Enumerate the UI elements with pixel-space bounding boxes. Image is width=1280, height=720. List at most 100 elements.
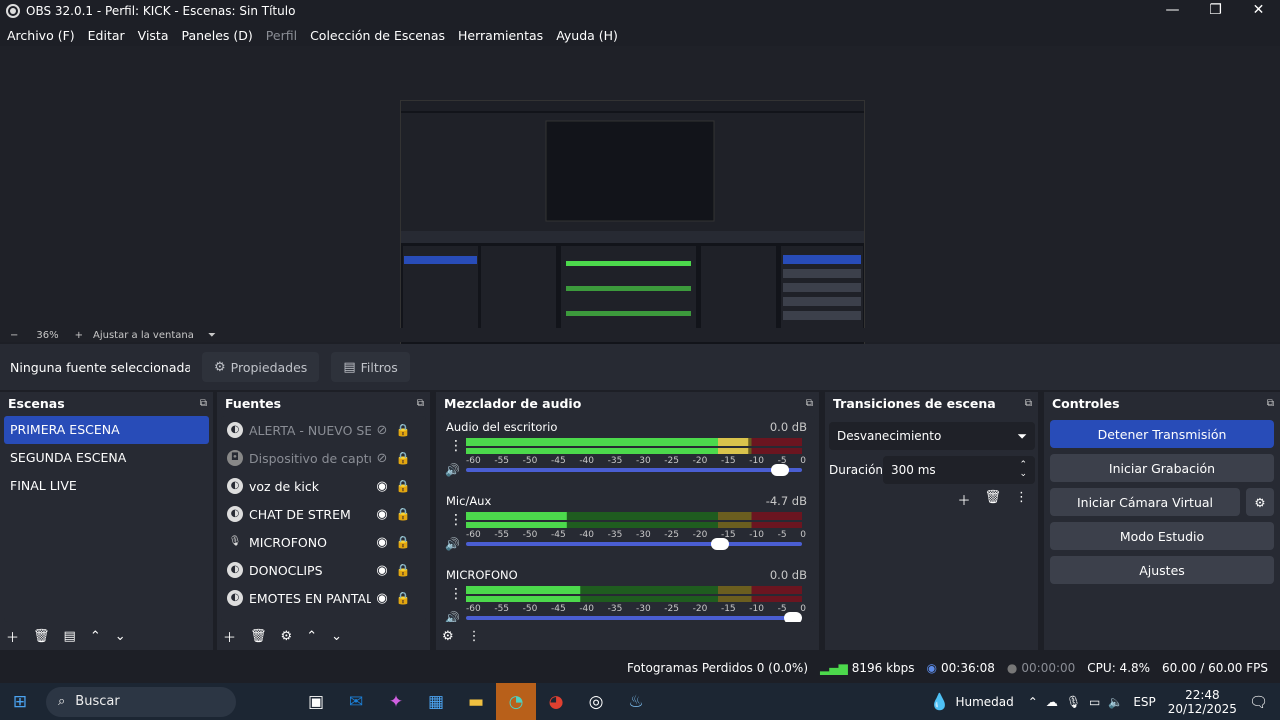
scene-item[interactable]: PRIMERA ESCENA — [4, 416, 209, 444]
eye-icon[interactable]: ◉ — [371, 563, 393, 578]
slider-handle[interactable] — [771, 464, 790, 476]
preview-canvas[interactable] — [0, 46, 1280, 365]
hidden-eye-icon[interactable]: ⊘ — [371, 423, 393, 438]
notifications-icon[interactable]: 🗨 — [1249, 693, 1268, 711]
menu-coleccion-escenas[interactable]: Colección de Escenas — [310, 28, 445, 43]
outlook-icon[interactable]: ✉ — [336, 683, 376, 720]
obs-taskbar-icon[interactable]: ◎ — [576, 683, 616, 720]
source-item[interactable]: ◐ voz de kick ◉ 🔒 — [221, 472, 426, 500]
undock-icon[interactable]: ⧉ — [1267, 398, 1274, 409]
lock-icon[interactable]: 🔒 — [393, 535, 413, 549]
add-transition-icon[interactable]: ＋ — [957, 490, 970, 509]
add-scene-icon[interactable]: ＋ — [6, 627, 19, 646]
scene-filters-icon[interactable]: ▤ — [64, 629, 76, 644]
remove-scene-icon[interactable]: 🗑 — [33, 629, 50, 644]
stepper-icon[interactable]: ⌃ ⌄ — [1019, 461, 1027, 479]
move-down-icon[interactable]: ⌄ — [331, 629, 342, 644]
tray-apps-icon[interactable]: ☁ — [1046, 695, 1058, 709]
undock-icon[interactable]: ⧉ — [1025, 398, 1032, 409]
source-item[interactable]: ◘ Dispositivo de captura ⊘ 🔒 — [221, 444, 426, 472]
eye-icon[interactable]: ◉ — [371, 507, 393, 522]
menu-ayuda[interactable]: Ayuda (H) — [556, 28, 618, 43]
taskbar-search[interactable]: ⌕ Buscar — [46, 686, 236, 717]
file-explorer-icon[interactable]: ▬ — [456, 683, 496, 720]
zoom-dropdown[interactable]: ⏷ — [208, 330, 216, 341]
clock[interactable]: 22:48 20/12/2025 — [1168, 688, 1237, 716]
virtual-camera-settings-icon[interactable]: ⚙ — [1246, 488, 1274, 516]
stop-stream-button[interactable]: Detener Transmisión — [1050, 420, 1274, 448]
studio-mode-button[interactable]: Modo Estudio — [1050, 522, 1274, 550]
lock-icon[interactable]: 🔒 — [393, 423, 413, 437]
store-icon[interactable]: ▦ — [416, 683, 456, 720]
minimize-button[interactable]: — — [1151, 0, 1194, 22]
menu-paneles[interactable]: Paneles (D) — [182, 28, 253, 43]
speaker-icon[interactable]: 🔊 — [445, 537, 460, 551]
duration-input[interactable]: 300 ms ⌃ ⌄ — [883, 456, 1035, 484]
menu-vista[interactable]: Vista — [138, 28, 169, 43]
menu-perfil[interactable]: Perfil — [266, 28, 297, 43]
volume-icon[interactable]: 🔈 — [1108, 695, 1123, 709]
volume-slider[interactable] — [466, 464, 802, 476]
eye-icon[interactable]: ◉ — [371, 591, 393, 606]
chrome-icon[interactable]: ◕ — [536, 683, 576, 720]
undock-icon[interactable]: ⧉ — [200, 398, 207, 409]
menu-editar[interactable]: Editar — [88, 28, 125, 43]
lock-icon[interactable]: 🔒 — [393, 479, 413, 493]
lock-icon[interactable]: 🔒 — [393, 591, 413, 605]
start-virtual-camera-button[interactable]: Iniciar Cámara Virtual — [1050, 488, 1240, 516]
zoom-in-button[interactable]: + — [75, 330, 83, 341]
source-properties-icon[interactable]: ⚙ — [281, 629, 293, 644]
remove-source-icon[interactable]: 🗑 — [250, 629, 267, 644]
lock-icon[interactable]: 🔒 — [393, 563, 413, 577]
speaker-icon[interactable]: 🔊 — [445, 611, 460, 622]
channel-menu-icon[interactable]: ⋮ — [449, 438, 463, 454]
task-view-icon[interactable]: ▣ — [296, 683, 336, 720]
slider-handle[interactable] — [784, 612, 802, 622]
hidden-eye-icon[interactable]: ⊘ — [371, 451, 393, 466]
language-indicator[interactable]: ESP — [1133, 695, 1155, 709]
add-source-icon[interactable]: ＋ — [223, 627, 236, 646]
edge-icon[interactable]: ◔ — [496, 683, 536, 720]
properties-button[interactable]: ⚙ Propiedades — [202, 352, 320, 382]
volume-slider[interactable] — [466, 538, 802, 550]
windows-start-icon[interactable]: ⊞ — [0, 683, 40, 720]
mixer-menu-icon[interactable]: ⋮ — [468, 629, 481, 644]
close-button[interactable]: ✕ — [1237, 0, 1280, 22]
settings-button[interactable]: Ajustes — [1050, 556, 1274, 584]
undock-icon[interactable]: ⧉ — [806, 398, 813, 409]
network-icon[interactable]: ▭ — [1089, 695, 1100, 709]
source-item[interactable]: ◐ EMOTES EN PANTALLA ◉ 🔒 — [221, 584, 426, 612]
transition-select[interactable]: Desvanecimiento ⏷ — [829, 422, 1035, 450]
steam-icon[interactable]: ♨ — [616, 683, 656, 720]
slider-handle[interactable] — [710, 538, 729, 550]
start-recording-button[interactable]: Iniciar Grabación — [1050, 454, 1274, 482]
zoom-out-button[interactable]: − — [10, 330, 18, 341]
channel-menu-icon[interactable]: ⋮ — [449, 512, 463, 528]
advanced-audio-icon[interactable]: ⚙ — [442, 629, 454, 644]
move-up-icon[interactable]: ⌃ — [306, 629, 317, 644]
maximize-button[interactable]: ❐ — [1194, 0, 1237, 22]
source-item[interactable]: ◐ ALERTA - NUEVO SEG ⊘ 🔒 — [221, 416, 426, 444]
volume-slider[interactable] — [466, 612, 802, 622]
undock-icon[interactable]: ⧉ — [417, 398, 424, 409]
menu-archivo[interactable]: Archivo (F) — [7, 28, 75, 43]
chevron-up-icon[interactable]: ⌃ — [1028, 695, 1038, 709]
menu-herramientas[interactable]: Herramientas — [458, 28, 543, 43]
copilot-icon[interactable]: ✦ — [376, 683, 416, 720]
microphone-icon[interactable]: 🎙 — [1066, 695, 1081, 709]
remove-transition-icon[interactable]: 🗑 — [984, 490, 1001, 509]
lock-icon[interactable]: 🔒 — [393, 507, 413, 521]
source-item[interactable]: 🎙 MICROFONO ◉ 🔒 — [221, 528, 426, 556]
filters-button[interactable]: ▤ Filtros — [331, 352, 410, 382]
move-up-icon[interactable]: ⌃ — [90, 629, 101, 644]
source-item[interactable]: ◐ CHAT DE STREM ◉ 🔒 — [221, 500, 426, 528]
eye-icon[interactable]: ◉ — [371, 535, 393, 550]
move-down-icon[interactable]: ⌄ — [115, 629, 126, 644]
lock-icon[interactable]: 🔒 — [393, 451, 413, 465]
scene-item[interactable]: FINAL LIVE — [4, 472, 209, 500]
channel-menu-icon[interactable]: ⋮ — [449, 586, 463, 602]
speaker-icon[interactable]: 🔊 — [445, 463, 460, 477]
transition-menu-icon[interactable]: ⋮ — [1015, 490, 1028, 509]
eye-icon[interactable]: ◉ — [371, 479, 393, 494]
source-item[interactable]: ◐ DONOCLIPS ◉ 🔒 — [221, 556, 426, 584]
